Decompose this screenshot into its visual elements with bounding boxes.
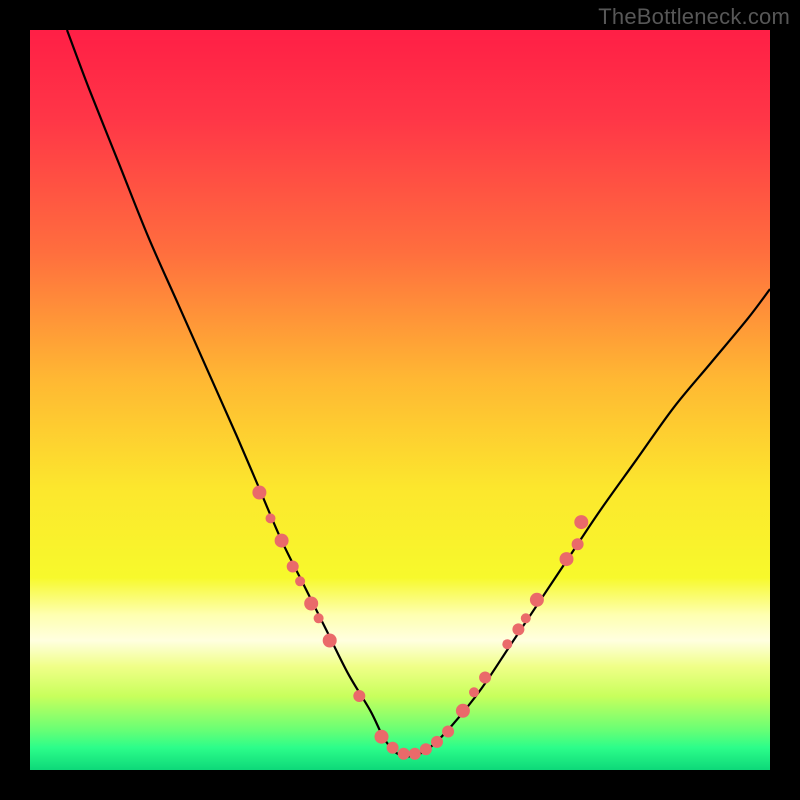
chart-frame: TheBottleneck.com xyxy=(0,0,800,800)
highlight-dot xyxy=(502,639,512,649)
highlight-dot xyxy=(560,552,574,566)
highlight-dot xyxy=(304,597,318,611)
highlight-dot xyxy=(398,748,410,760)
highlight-dot xyxy=(275,534,289,548)
highlight-dot xyxy=(353,690,365,702)
highlight-dot xyxy=(295,576,305,586)
highlight-dot xyxy=(409,748,421,760)
highlight-dot xyxy=(530,593,544,607)
highlight-dot xyxy=(420,743,432,755)
highlight-dot xyxy=(323,634,337,648)
highlight-dot xyxy=(431,736,443,748)
highlight-dot xyxy=(574,515,588,529)
highlight-dot xyxy=(479,672,491,684)
highlight-dot xyxy=(287,561,299,573)
highlight-dot xyxy=(442,726,454,738)
highlight-dot xyxy=(521,613,531,623)
highlight-dot xyxy=(469,687,479,697)
watermark-text: TheBottleneck.com xyxy=(598,4,790,30)
gradient-background xyxy=(30,30,770,770)
highlight-dot xyxy=(387,742,399,754)
highlight-dot xyxy=(512,623,524,635)
highlight-dot xyxy=(456,704,470,718)
bottleneck-chart xyxy=(30,30,770,770)
plot-area xyxy=(30,30,770,770)
highlight-dot xyxy=(375,730,389,744)
highlight-dot xyxy=(314,613,324,623)
highlight-dot xyxy=(252,486,266,500)
highlight-dot xyxy=(572,538,584,550)
highlight-dot xyxy=(266,513,276,523)
